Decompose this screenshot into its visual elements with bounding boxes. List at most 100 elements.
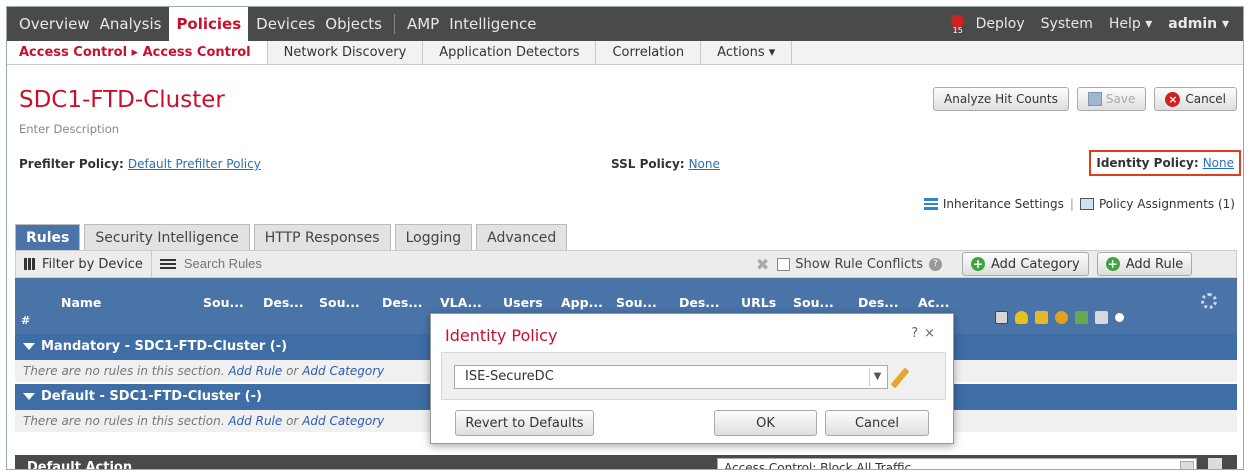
edit-pencil-icon[interactable]	[890, 367, 910, 389]
filter-icon[interactable]	[159, 259, 176, 269]
identity-policy-label: Identity Policy:	[1096, 156, 1199, 170]
column-number: #	[21, 314, 31, 327]
column-source-networks[interactable]: Sou...	[319, 295, 360, 310]
nav-system[interactable]: System	[1033, 7, 1101, 41]
column-name[interactable]: Name	[61, 295, 101, 310]
column-urls[interactable]: URLs	[741, 295, 776, 310]
help-icon[interactable]: ?	[929, 257, 943, 271]
inheritance-divider: |	[1069, 197, 1074, 211]
add-category-label: Add Category	[991, 256, 1080, 272]
tab-security-intelligence[interactable]: Security Intelligence	[84, 224, 250, 250]
cancel-button[interactable]: × Cancel	[1154, 87, 1237, 111]
nav-overview[interactable]: Overview	[7, 7, 95, 41]
nav-devices[interactable]: Devices	[251, 7, 320, 41]
subnav-application-detectors[interactable]: Application Detectors	[423, 41, 597, 64]
collapse-triangle-icon	[23, 393, 35, 400]
help-icon[interactable]: ?	[911, 326, 924, 341]
nav-divider	[393, 14, 395, 34]
nav-analysis[interactable]: Analysis	[95, 7, 167, 41]
column-source-ports[interactable]: Sou...	[616, 295, 657, 310]
column-dest-zones[interactable]: Des...	[263, 295, 304, 310]
add-rule-label: Add Rule	[1125, 256, 1184, 272]
clear-search-icon[interactable]: ✖	[756, 255, 769, 274]
chevron-down-icon	[1180, 461, 1194, 469]
prefilter-policy: Prefilter Policy: Default Prefilter Polic…	[19, 157, 261, 171]
column-dest-networks[interactable]: Des...	[382, 295, 423, 310]
sub-nav: Access Control ▸ Access Control Network …	[7, 41, 1243, 65]
add-category-button[interactable]: + Add Category	[962, 252, 1089, 276]
search-rules-input[interactable]	[183, 253, 734, 275]
policy-assignments-link[interactable]: Policy Assignments (1)	[1099, 197, 1235, 211]
inheritance-settings-link[interactable]: Inheritance Settings	[943, 197, 1064, 211]
nav-intelligence[interactable]: Intelligence	[444, 7, 541, 41]
nav-objects[interactable]: Objects	[320, 7, 387, 41]
column-dest-ports[interactable]: Des...	[679, 295, 720, 310]
dialog-cancel-button[interactable]: Cancel	[825, 410, 929, 436]
nav-amp[interactable]: AMP	[402, 7, 444, 41]
analyze-hit-counts-button[interactable]: Analyze Hit Counts	[933, 87, 1069, 111]
security-intelligence-icon	[1035, 311, 1048, 324]
tab-http-responses[interactable]: HTTP Responses	[253, 224, 391, 250]
prefilter-policy-link[interactable]: Default Prefilter Policy	[128, 157, 261, 171]
alert-icon[interactable]: 15	[947, 12, 967, 35]
inheritance-bar: Inheritance Settings | Policy Assignment…	[923, 197, 1235, 211]
tab-logging[interactable]: Logging	[394, 224, 473, 250]
save-button[interactable]: Save	[1076, 87, 1147, 111]
subnav-correlation[interactable]: Correlation	[596, 41, 702, 64]
dialog-title: Identity Policy	[445, 326, 558, 345]
notes-icon[interactable]	[1208, 458, 1222, 469]
identity-policy-link[interactable]: None	[1203, 156, 1234, 170]
cancel-icon: ×	[1165, 91, 1181, 107]
tab-rules[interactable]: Rules	[15, 224, 81, 250]
column-applications[interactable]: App...	[561, 295, 603, 310]
nav-policies[interactable]: Policies	[169, 7, 249, 41]
identity-policy-selected: ISE-SecureDC	[465, 369, 554, 384]
empty-text: There are no rules in this section.	[23, 414, 225, 428]
nav-help[interactable]: Help ▾	[1101, 7, 1160, 41]
ssl-policy-link[interactable]: None	[689, 157, 720, 171]
subnav-network-discovery[interactable]: Network Discovery	[268, 41, 424, 64]
column-source-zones[interactable]: Sou...	[203, 295, 244, 310]
policy-assignments-icon	[1079, 198, 1094, 210]
add-rule-button[interactable]: + Add Rule	[1096, 252, 1193, 276]
show-rule-conflicts-label: Show Rule Conflicts	[795, 256, 924, 272]
column-users[interactable]: Users	[503, 295, 543, 310]
page-title: SDC1-FTD-Cluster	[19, 87, 225, 113]
identity-policy-select[interactable]: ISE-SecureDC ▼	[454, 365, 888, 389]
add-category-link[interactable]: Add Category	[302, 414, 384, 428]
gear-icon[interactable]	[1201, 293, 1217, 309]
add-rule-link[interactable]: Add Rule	[228, 364, 282, 378]
revert-to-defaults-button[interactable]: Revert to Defaults	[455, 410, 594, 436]
default-action-select[interactable]: Access Control: Block All Traffic	[717, 458, 1197, 470]
section-label: Mandatory - SDC1-FTD-Cluster (-)	[41, 339, 288, 354]
ok-button[interactable]: OK	[714, 410, 817, 436]
app-window: Overview Analysis Policies Devices Objec…	[6, 6, 1244, 470]
column-option-icons	[995, 311, 1124, 324]
column-sgt-dest[interactable]: Des...	[858, 295, 899, 310]
rules-toolbar: Filter by Device ✖ Show Rule Conflicts ?…	[15, 250, 1237, 278]
or-text: or	[286, 364, 299, 378]
filter-by-device-button[interactable]: Filter by Device	[16, 251, 152, 277]
column-vlan-tags[interactable]: VLA...	[440, 295, 482, 310]
policy-tabs: Rules Security Intelligence HTTP Respons…	[15, 224, 568, 250]
identity-policy-dialog: Identity Policy ?× ISE-SecureDC ▼ Revert…	[430, 313, 954, 444]
document-icon	[1095, 311, 1108, 324]
empty-text: There are no rules in this section.	[23, 364, 225, 378]
dialog-body: ISE-SecureDC ▼	[441, 352, 946, 400]
subnav-actions[interactable]: Actions ▾	[701, 41, 793, 64]
description-field[interactable]: Enter Description	[19, 122, 119, 136]
nav-user-menu[interactable]: admin ▾	[1160, 7, 1237, 41]
default-action-value: Access Control: Block All Traffic	[724, 461, 912, 470]
ssl-policy-label: SSL Policy:	[611, 157, 685, 171]
breadcrumb[interactable]: Access Control ▸ Access Control	[7, 41, 268, 64]
default-action-label: Default Action	[27, 460, 133, 470]
add-rule-link[interactable]: Add Rule	[228, 414, 282, 428]
nav-deploy[interactable]: Deploy	[968, 7, 1033, 41]
show-rule-conflicts-checkbox[interactable]	[777, 257, 791, 271]
tab-advanced[interactable]: Advanced	[476, 224, 568, 250]
add-category-link[interactable]: Add Category	[302, 364, 384, 378]
column-action[interactable]: Ac...	[918, 295, 949, 310]
save-icon	[1087, 92, 1102, 106]
column-sgt-source[interactable]: Sou...	[793, 295, 834, 310]
close-icon[interactable]: ×	[924, 326, 941, 341]
